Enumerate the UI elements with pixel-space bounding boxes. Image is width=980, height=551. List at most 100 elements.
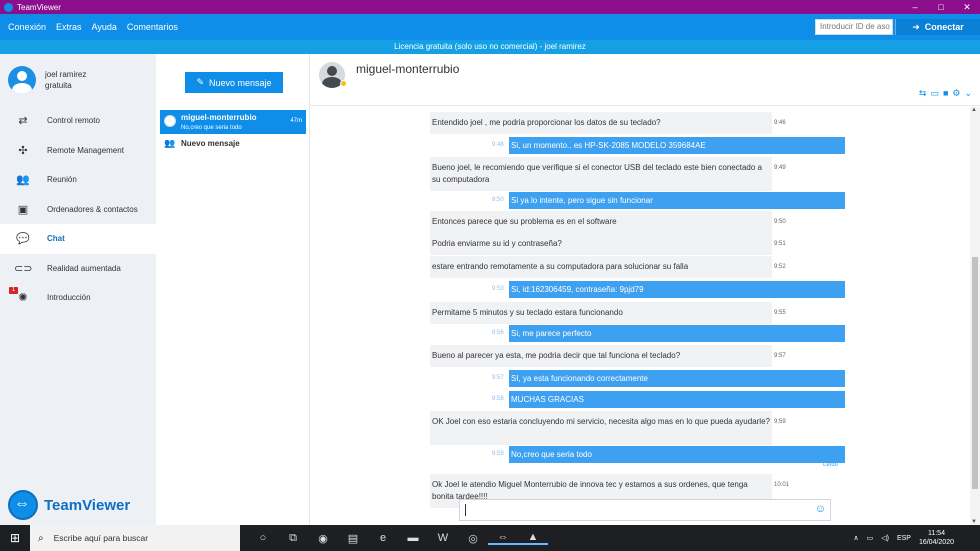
message-text: SI, ya esta funcionando correctamente: [511, 374, 648, 383]
search-icon: ⌕: [38, 532, 44, 544]
edge-icon[interactable]: e: [368, 532, 398, 544]
read-receipt: Leído: [823, 462, 839, 468]
tray-clock[interactable]: 11:54 16/04/2020: [919, 529, 954, 547]
message-time: 9:58: [492, 396, 504, 402]
message-time: 9:50: [492, 197, 504, 203]
connect-button[interactable]: ➜ Conectar: [895, 19, 980, 35]
message-time: 9:55: [774, 310, 786, 316]
window-title: TeamViewer: [17, 2, 61, 12]
screen-share-icon[interactable]: ▭: [930, 88, 939, 99]
word-icon[interactable]: W: [428, 532, 458, 544]
tray-time: 11:54: [927, 530, 945, 537]
scroll-up-icon[interactable]: ▲: [971, 107, 977, 113]
photos-icon[interactable]: ▲: [518, 531, 548, 545]
message-text: Ok Joel le atendio Miguel Monterrubio de…: [432, 480, 748, 501]
teamviewer-taskbar-icon[interactable]: ⇔: [488, 531, 518, 545]
profile-name: joel ramirez: [45, 70, 87, 79]
cortana-icon[interactable]: ○: [248, 532, 278, 544]
message-time: 9:49: [774, 165, 786, 171]
group-icon: 👥: [164, 138, 176, 148]
close-button[interactable]: ✕: [954, 0, 980, 14]
system-tray: ∧ ▭ ◁) ESP 11:54 16/04/2020: [853, 525, 980, 551]
message-outgoing: MUCHAS GRACIAS 9:58: [492, 391, 845, 408]
message-outgoing: Si, me parece perfecto 9:56: [492, 325, 845, 342]
message-incoming: Bueno joel, le recomiendo que verifique …: [430, 157, 786, 191]
sidebar-item-control-remoto[interactable]: ⇄ Control remoto: [0, 106, 156, 136]
conversation-list: ✎ Nuevo mensaje miguel-monterrubio No,cr…: [156, 54, 310, 525]
message-text: Si ya lo intente, pero sigue sin funcion…: [511, 196, 653, 205]
sidebar-nav: ⇄ Control remoto ✣ Remote Management 👥 R…: [0, 106, 156, 313]
minimize-button[interactable]: –: [902, 0, 928, 14]
message-incoming: estare entrando remotamente a su computa…: [430, 256, 786, 278]
volume-icon[interactable]: ◁): [881, 534, 889, 542]
task-view-icon[interactable]: ⧉: [278, 532, 308, 545]
message-text: Permitame 5 minutos y su teclado estara …: [432, 308, 623, 317]
settings-gear-icon[interactable]: ⚙: [952, 88, 960, 99]
message-time: 9:50: [774, 219, 786, 225]
new-message-button[interactable]: ✎ Nuevo mensaje: [185, 72, 283, 93]
sidebar-item-realidad-aumentada[interactable]: ⊂⊃ Realidad aumentada: [0, 254, 156, 284]
contacts-icon: ▣: [17, 203, 29, 216]
crosshair-icon: ✣: [18, 144, 28, 157]
sidebar-item-remote-management[interactable]: ✣ Remote Management: [0, 136, 156, 166]
compose-icon: ✎: [196, 77, 204, 87]
ar-glasses-icon: ⊂⊃: [14, 262, 33, 275]
sidebar-item-label: Chat: [47, 234, 65, 244]
lightbulb-icon: ✺ 1: [9, 287, 32, 304]
menu-conexion[interactable]: Conexión: [8, 22, 46, 32]
message-scrollbar[interactable]: ▲ ▼: [970, 107, 980, 525]
message-outgoing: Si ya lo intente, pero sigue sin funcion…: [492, 192, 845, 209]
windows-start-icon[interactable]: ⊞: [0, 525, 30, 551]
store-icon[interactable]: ▤: [338, 532, 368, 545]
message-text: Podria enviarme su id y contraseña?: [432, 239, 562, 248]
menu-ayuda[interactable]: Ayuda: [92, 22, 117, 32]
message-text: Si, id:162306459, contraseña: 9pjd79: [511, 285, 644, 294]
message-text: No,creo que seria todo: [511, 450, 592, 459]
arrows-icon: ⇄: [18, 115, 28, 128]
sidebar: joel ramirez gratuita ⇄ Control remoto ✣…: [0, 54, 156, 525]
emoji-icon[interactable]: ☺: [815, 503, 826, 515]
menu-bar: Conexión Extras Ayuda Comentarios: [0, 22, 188, 32]
conversation-new-label: Nuevo mensaje: [181, 139, 240, 148]
firefox-icon[interactable]: ◉: [308, 532, 338, 545]
chat-panel: miguel-monterrubio ⇆ ▭ ■ ⚙ ⌄ Entendido j…: [310, 54, 980, 525]
conversation-name: miguel-monterrubio: [181, 113, 257, 122]
contact-name: miguel-monterrubio: [356, 62, 460, 76]
remote-control-icon[interactable]: ⇆: [919, 88, 927, 99]
sidebar-item-reunion[interactable]: 👥 Reunión: [0, 165, 156, 195]
profile[interactable]: joel ramirez gratuita: [8, 66, 86, 94]
file-explorer-icon[interactable]: ▬: [398, 532, 428, 544]
sidebar-item-label: Control remoto: [47, 116, 100, 126]
message-time: 9:59: [774, 419, 786, 425]
partner-id-input[interactable]: Introducir ID de aso: [815, 19, 893, 35]
message-input[interactable]: ☺: [459, 499, 831, 521]
sidebar-item-label: Remote Management: [47, 145, 124, 155]
window-controls: – □ ✕: [902, 0, 980, 14]
maximize-button[interactable]: □: [928, 0, 954, 14]
chevron-up-icon[interactable]: ∧: [853, 534, 858, 542]
sidebar-item-ordenadores[interactable]: ▣ Ordenadores & contactos: [0, 195, 156, 225]
taskbar-apps: ○ ⧉ ◉ ▤ e ▬ W ◎ ⇔ ▲: [248, 531, 548, 545]
license-banner: Licencia gratuita (solo uso no comercial…: [0, 40, 980, 54]
sidebar-item-label: Realidad aumentada: [47, 263, 121, 273]
network-icon[interactable]: ▭: [867, 534, 874, 542]
chrome-icon[interactable]: ◎: [458, 532, 488, 545]
sidebar-item-chat[interactable]: 💬 Chat: [0, 224, 156, 254]
sidebar-item-introduccion[interactable]: ✺ 1 Introducción: [0, 283, 156, 313]
message-time: 10:01: [774, 482, 790, 488]
taskbar-search-placeholder: Escribe aquí para buscar: [53, 533, 149, 543]
message-outgoing: Si, un momento.. es HP-SK-2085 MODELO 35…: [492, 137, 845, 154]
conversation-item-new[interactable]: 👥 Nuevo mensaje: [164, 138, 240, 149]
menu-comentarios[interactable]: Comentarios: [127, 22, 178, 32]
tray-language[interactable]: ESP: [897, 535, 911, 542]
conversation-item-active[interactable]: miguel-monterrubio No,creo que seria tod…: [160, 110, 306, 134]
message-text: Bueno joel, le recomiendo que verifique …: [432, 163, 762, 184]
sidebar-item-label: Introducción: [47, 293, 91, 303]
video-call-icon[interactable]: ■: [943, 88, 948, 99]
chevron-down-icon[interactable]: ⌄: [964, 88, 972, 99]
menu-extras[interactable]: Extras: [56, 22, 82, 32]
scrollbar-thumb[interactable]: [972, 257, 978, 489]
chat-icon: 💬: [16, 233, 30, 246]
taskbar-search[interactable]: ⌕ Escribe aquí para buscar: [30, 525, 240, 551]
message-text: Bueno al parecer ya esta, me podria deci…: [432, 351, 681, 360]
